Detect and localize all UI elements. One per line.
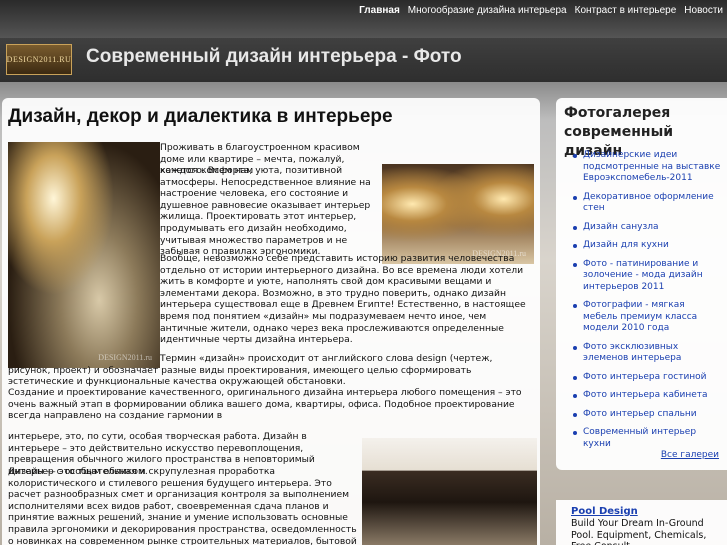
gallery-link[interactable]: Фото интерьер спальни: [556, 409, 727, 421]
bullet-icon: [573, 304, 577, 308]
gallery-link-label[interactable]: Фото - патинирование и золочение - мода …: [583, 259, 703, 292]
nav-interior-variety-link[interactable]: Многообразие дизайна интерьера: [408, 5, 567, 16]
gallery-link-label[interactable]: Дизайнерские идеи подсмотренные на выста…: [583, 150, 720, 183]
gallery-link-label[interactable]: Фото интерьер спальни: [583, 409, 697, 419]
gallery-link[interactable]: Фото - патинирование и золочение - мода …: [556, 259, 727, 294]
bullet-icon: [573, 154, 577, 158]
gallery-link[interactable]: Дизайн для кухни: [556, 240, 727, 252]
article-paragraph: Термин «дизайн» происходит от английског…: [8, 353, 493, 388]
bullet-icon: [573, 244, 577, 248]
site-header: DESIGN2011.RU Современный дизайн интерье…: [0, 38, 727, 82]
article-title: Дизайн, декор и диалектика в интерьере: [8, 106, 393, 127]
article-paragraph: хочется комфорта, уюта, позитивной атмос…: [160, 165, 371, 258]
main-article: Дизайн, декор и диалектика в интерьере D…: [2, 98, 540, 545]
article-paragraph: Вообще, невозможно себе представить исто…: [160, 253, 526, 346]
gallery-link-label[interactable]: Фото интерьера кабинета: [583, 390, 708, 400]
site-logo[interactable]: DESIGN2011.RU: [6, 44, 72, 75]
interior-photo-bedroom: [362, 438, 537, 545]
article-paragraph: Создание и проектирование качественного,…: [8, 387, 522, 422]
gallery-sidebar: Фотогалерея современный дизайн Дизайнерс…: [556, 98, 727, 470]
gallery-link[interactable]: Дизайнерские идеи подсмотренные на выста…: [556, 150, 727, 185]
nav-news-link[interactable]: Новости: [684, 5, 723, 16]
bullet-icon: [573, 412, 577, 417]
nav-home-link[interactable]: Главная: [359, 5, 400, 16]
bullet-icon: [573, 195, 577, 200]
bullet-icon: [573, 394, 577, 398]
gallery-link[interactable]: Фото интерьера кабинета: [556, 390, 727, 402]
gallery-link-label[interactable]: Дизайн санузла: [583, 222, 659, 232]
gallery-link-label[interactable]: Фотографии - мягкая мебель премиум класс…: [583, 300, 697, 333]
gallery-link-label[interactable]: Современный интерьер кухни: [583, 427, 696, 449]
interior-photo-living-room: DESIGN2011.ru: [382, 164, 534, 264]
gallery-link-list: Дизайнерские идеи подсмотренные на выста…: [556, 150, 727, 457]
bullet-icon: [573, 375, 577, 380]
gallery-link-label[interactable]: Фото интерьера гостиной: [583, 372, 707, 382]
bullet-icon: [573, 262, 577, 267]
gallery-link[interactable]: Фотографии - мягкая мебель премиум класс…: [556, 300, 727, 335]
ad-text: Build Your Dream In-Ground Pool. Equipme…: [571, 518, 707, 545]
site-title: Современный дизайн интерьера - Фото: [86, 46, 462, 67]
gallery-link[interactable]: Современный интерьер кухни: [556, 427, 727, 450]
nav-contrast-link[interactable]: Контраст в интерьере: [575, 5, 677, 16]
bullet-icon: [573, 225, 577, 230]
gallery-link-label[interactable]: Дизайн для кухни: [583, 240, 669, 250]
interior-photo-armchair: DESIGN2011.ru: [8, 142, 160, 368]
gallery-link[interactable]: Декоративное оформление стен: [556, 192, 727, 215]
gallery-link-label[interactable]: Фото эксклюзивных элеменов интерьера: [583, 342, 681, 364]
gallery-link[interactable]: Фото эксклюзивных элеменов интерьера: [556, 342, 727, 365]
all-galleries-link[interactable]: Все галереи: [661, 450, 719, 460]
top-navigation: Главная Многообразие дизайна интерьера К…: [0, 0, 727, 20]
ad-box: Pool Design Build Your Dream In-Ground P…: [556, 500, 727, 545]
gallery-link[interactable]: Фото интерьера гостиной: [556, 372, 727, 384]
bullet-icon: [573, 431, 577, 435]
logo-text: DESIGN2011.RU: [6, 55, 72, 64]
ad-title-link[interactable]: Pool Design: [571, 506, 638, 517]
gallery-link-label[interactable]: Декоративное оформление стен: [583, 192, 714, 214]
bullet-icon: [573, 345, 577, 350]
gallery-link[interactable]: Дизайн санузла: [556, 222, 727, 234]
article-paragraph: Дизайн — это тщательная и скрупулезная п…: [8, 466, 357, 545]
